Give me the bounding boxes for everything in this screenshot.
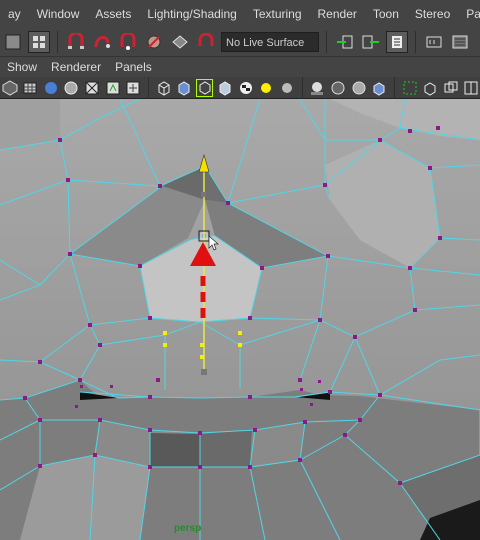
checker-icon[interactable] — [237, 79, 255, 97]
camera-name-label: persp — [174, 523, 202, 534]
mesh-face — [150, 433, 200, 467]
menu-item-paint-effects[interactable]: Paint Effects — [458, 7, 480, 21]
status-line: No Live Surface — [0, 27, 480, 57]
xray-icon[interactable] — [124, 79, 142, 97]
shadows-icon[interactable] — [278, 79, 296, 97]
menu-item-render[interactable]: Render — [310, 7, 365, 21]
panel-menu-show[interactable]: Show — [0, 60, 44, 74]
mesh-face — [200, 430, 252, 467]
smooth-shade-icon[interactable] — [22, 79, 40, 97]
panel-menu-panels[interactable]: Panels — [108, 60, 159, 74]
separator — [415, 30, 416, 53]
snap-view-icon[interactable] — [143, 31, 165, 53]
panel-toolbar — [0, 76, 480, 99]
wireframe-icon[interactable] — [1, 79, 19, 97]
snap-live-icon[interactable] — [169, 31, 191, 53]
layout-icon[interactable] — [462, 79, 480, 97]
live-surface-field[interactable]: No Live Surface — [221, 31, 319, 52]
subdiv-icon[interactable] — [370, 79, 388, 97]
smooth-preview-icon[interactable] — [350, 79, 368, 97]
render-settings-icon[interactable] — [449, 31, 471, 53]
manipulator-handle[interactable] — [201, 192, 206, 197]
frame-icon[interactable] — [442, 79, 460, 97]
menu-item-texturing[interactable]: Texturing — [245, 7, 310, 21]
perspective-viewport[interactable] — [0, 99, 480, 540]
wire-on-shaded-icon[interactable] — [195, 78, 214, 97]
menu-item-lighting-shading[interactable]: Lighting/Shading — [139, 7, 244, 21]
use-lights-icon[interactable] — [258, 79, 276, 97]
separator — [301, 76, 303, 99]
construction-history-icon[interactable] — [386, 30, 408, 53]
render-frame-icon[interactable] — [423, 31, 445, 53]
snap-grid-icon[interactable] — [65, 31, 87, 53]
separator — [57, 30, 58, 53]
menu-item-stereo[interactable]: Stereo — [407, 7, 458, 21]
snap-point-icon[interactable] — [117, 31, 139, 53]
menu-item-display[interactable]: ay — [0, 7, 29, 21]
separator — [147, 76, 149, 99]
grid-icon[interactable] — [401, 79, 419, 97]
menu-item-assets[interactable]: Assets — [87, 7, 139, 21]
bookmark-icon[interactable] — [104, 79, 122, 97]
snap-curve-icon[interactable] — [91, 31, 113, 53]
manipulator-handle[interactable] — [201, 369, 207, 375]
paint-select-icon[interactable] — [28, 30, 50, 53]
camera-icon[interactable] — [421, 79, 439, 97]
backface-icon[interactable] — [309, 79, 327, 97]
menu-item-toon[interactable]: Toon — [365, 7, 407, 21]
make-live-icon[interactable] — [195, 31, 217, 53]
separator — [393, 76, 395, 99]
menu-item-window[interactable]: Window — [29, 7, 88, 21]
flat-shade-icon[interactable] — [42, 79, 60, 97]
bounding-box-icon[interactable] — [63, 79, 81, 97]
points-icon[interactable] — [83, 79, 101, 97]
separator — [326, 30, 327, 53]
wire-cube-icon[interactable] — [155, 79, 173, 97]
face-mesh[interactable] — [0, 99, 480, 540]
textured-icon[interactable] — [216, 79, 234, 97]
shaded-cube-icon[interactable] — [175, 79, 193, 97]
isolate-icon[interactable] — [329, 79, 347, 97]
panel-menu-renderer[interactable]: Renderer — [44, 60, 108, 74]
panel-menu-bar: Show Renderer Panels — [0, 57, 480, 77]
output-ops-icon[interactable] — [360, 31, 382, 53]
main-menu-bar: ay Window Assets Lighting/Shading Textur… — [0, 0, 480, 28]
input-ops-icon[interactable] — [334, 31, 356, 53]
select-tool-icon[interactable] — [2, 31, 24, 53]
